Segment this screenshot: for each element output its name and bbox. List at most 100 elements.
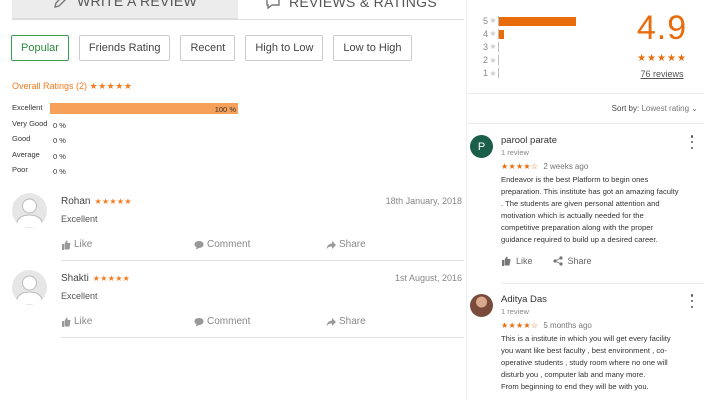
tab-write-label: WRITE A REVIEW: [76, 0, 198, 9]
reviewer-review-count: 1 review: [501, 148, 529, 157]
rating-percent: 100 %: [214, 105, 236, 114]
filter-recent-button[interactable]: Recent: [180, 35, 236, 61]
rating-bar-fill: [50, 103, 238, 114]
star-number: 5: [482, 15, 488, 26]
star-bar-track: [498, 41, 618, 52]
filter-low-to-high-button[interactable]: Low to High: [333, 35, 412, 61]
rating-bar-track: 0 %: [50, 134, 238, 145]
star-icon: ★: [489, 55, 497, 65]
overall-ratings: Overall Ratings (2) ★★★★★: [12, 81, 132, 92]
google-review-item: Aditya Das 1 review ★★★★☆ 5 months ago Th…: [467, 294, 704, 400]
reviewer-name-text: Shakti: [61, 273, 89, 284]
rating-row: Good 0 %: [12, 131, 66, 147]
share-icon: [552, 256, 563, 266]
review-date: 1st August, 2016: [394, 273, 462, 283]
review-count-link[interactable]: 76 reviews: [629, 69, 695, 79]
rating-row: Average 0 %: [12, 147, 66, 163]
star-icon: ★: [489, 68, 497, 78]
star-bar-track: [498, 68, 618, 79]
star-bar-track: [498, 28, 618, 39]
star-number: 3: [482, 41, 488, 52]
average-score: 4.9: [636, 9, 688, 47]
star-number: 1: [482, 68, 488, 79]
star-icon: ★: [489, 29, 497, 39]
review-age: 2 weeks ago: [543, 162, 589, 171]
google-review-item: P parool parate 1 review ★★★★☆ 2 weeks ag…: [467, 135, 704, 280]
review-stars: ★★★★☆ 2 weeks ago: [501, 162, 588, 171]
chat-bubble-icon: [265, 0, 281, 10]
reviewer-name[interactable]: parool parate: [501, 135, 557, 146]
rating-label: Excellent: [12, 103, 43, 113]
divider: [467, 93, 704, 94]
rating-percent: 0 %: [53, 136, 66, 145]
divider: [61, 337, 464, 338]
review-item: Shakti ★★★★★ 1st August, 2016 Excellent L…: [12, 270, 464, 340]
like-button[interactable]: Like: [61, 316, 92, 327]
star-icon: ★: [489, 42, 497, 52]
reviewer-name-text: Rohan: [61, 196, 91, 207]
review-stars: ★★★★★: [92, 274, 131, 283]
review-tabs: WRITE A REVIEW REVIEWS & RATINGS: [12, 0, 464, 20]
reviewer-name: Rohan ★★★★★: [61, 196, 132, 207]
overall-ratings-label: Overall Ratings (2): [12, 81, 88, 91]
reviewer-name[interactable]: Aditya Das: [501, 294, 547, 305]
like-button[interactable]: Like: [61, 239, 92, 250]
rating-bar-track: 0 %: [50, 165, 238, 176]
review-actions: Like Comment Share: [61, 239, 464, 251]
review-stars: ★★★★☆ 5 months ago: [501, 321, 592, 330]
google-reviews-panel: 5 ★ 4 ★ 3 ★ 2 ★ 1 ★ 4.9 ★ ★ ★ ★ ★ 76 reviews Sort by:…: [466, 0, 704, 400]
sort-value: Lowest rating: [641, 104, 690, 113]
rating-percent: 0 %: [53, 167, 66, 176]
review-age: 5 months ago: [543, 321, 592, 330]
star-distribution-row: 4 ★: [481, 27, 618, 40]
star-distribution: 5 ★ 4 ★ 3 ★ 2 ★ 1 ★: [481, 14, 618, 80]
like-label: Like: [516, 256, 533, 266]
comment-button[interactable]: Comment: [194, 239, 250, 250]
thumbs-up-icon: [502, 256, 511, 266]
user-silhouette-icon: [15, 198, 44, 228]
more-options-icon[interactable]: [689, 294, 695, 308]
reviewer-review-count: 1 review: [501, 307, 529, 316]
divider: [61, 260, 464, 261]
star-bar-fill: [499, 16, 576, 26]
filter-bar: Popular Friends Rating Recent High to Lo…: [11, 35, 412, 61]
avatar: P: [470, 135, 493, 158]
filter-high-to-low-button[interactable]: High to Low: [245, 35, 324, 61]
filter-popular-button[interactable]: Popular: [11, 35, 69, 61]
review-stars-glyphs: ★★★★☆: [501, 162, 539, 171]
tab-reviews-ratings[interactable]: REVIEWS & RATINGS: [238, 0, 464, 20]
thumbs-up-icon: [62, 317, 71, 327]
star-icon: ★: [489, 16, 497, 26]
review-stars: ★★★★★: [94, 197, 132, 206]
thumbs-up-icon: [62, 240, 71, 250]
star-bar-track: [498, 55, 618, 66]
like-label: Like: [74, 239, 93, 250]
rating-breakdown: Excellent 100 % Very Good 0 % Good 0 % Average…: [12, 100, 238, 178]
comment-button[interactable]: Comment: [194, 316, 250, 327]
share-button[interactable]: Share: [326, 239, 366, 250]
like-button[interactable]: Like: [501, 256, 533, 266]
star-distribution-row: 5 ★: [481, 14, 618, 27]
share-arrow-icon: [326, 240, 336, 249]
sort-dropdown[interactable]: Sort by: Lowest rating ⌄: [612, 104, 698, 113]
star-number: 2: [482, 55, 488, 66]
avatar: [12, 270, 47, 305]
more-options-icon[interactable]: [689, 135, 695, 149]
star-distribution-row: 2 ★: [481, 54, 618, 67]
share-arrow-icon: [326, 317, 336, 326]
tab-write-review[interactable]: WRITE A REVIEW: [12, 0, 238, 20]
share-button[interactable]: Share: [552, 256, 592, 266]
review-actions: Like Comment Share: [61, 316, 464, 328]
rating-percent: 0 %: [53, 151, 66, 161]
pencil-icon: [53, 0, 69, 9]
star-bar-fill: [499, 29, 504, 39]
rating-label: Poor: [12, 165, 28, 175]
share-label: Share: [339, 239, 366, 250]
comment-icon: [194, 240, 204, 249]
filter-friends-rating-button[interactable]: Friends Rating: [78, 35, 171, 61]
divider: [501, 283, 704, 284]
share-button[interactable]: Share: [326, 316, 366, 327]
review-actions: Like Share: [501, 256, 592, 266]
share-label: Share: [339, 316, 366, 327]
review-text: Excellent: [61, 214, 98, 224]
